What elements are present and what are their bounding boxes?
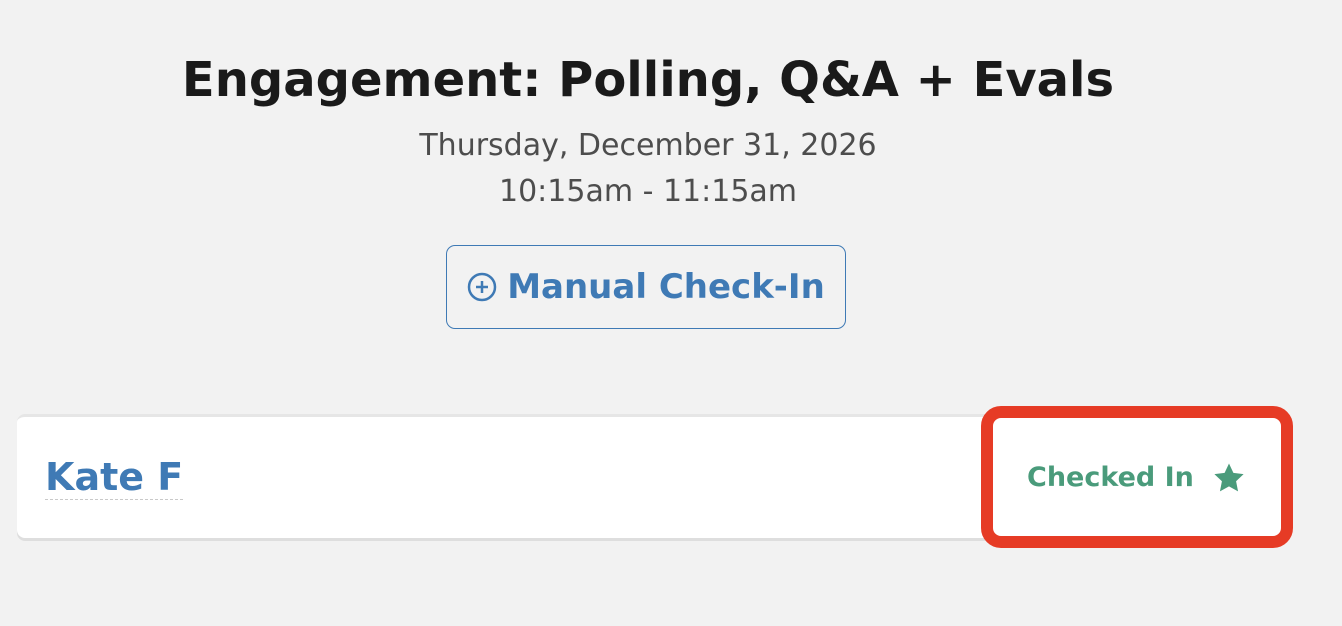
star-icon: [1214, 463, 1244, 492]
checkin-page: Engagement: Polling, Q&A + Evals Thursda…: [0, 0, 1342, 626]
session-time: 10:15am - 11:15am: [498, 174, 798, 209]
session-date: Thursday, December 31, 2026: [419, 128, 877, 163]
manual-checkin-label: Manual Check-In: [507, 267, 825, 307]
session-title: Engagement: Polling, Q&A + Evals: [181, 52, 1115, 108]
manual-checkin-button[interactable]: Manual Check-In: [446, 245, 846, 329]
plus-circle-icon: [467, 272, 497, 302]
attendee-name-link[interactable]: Kate F: [45, 455, 184, 500]
status-label: Checked In: [1027, 462, 1194, 493]
checkin-status: Checked In: [1027, 458, 1246, 498]
